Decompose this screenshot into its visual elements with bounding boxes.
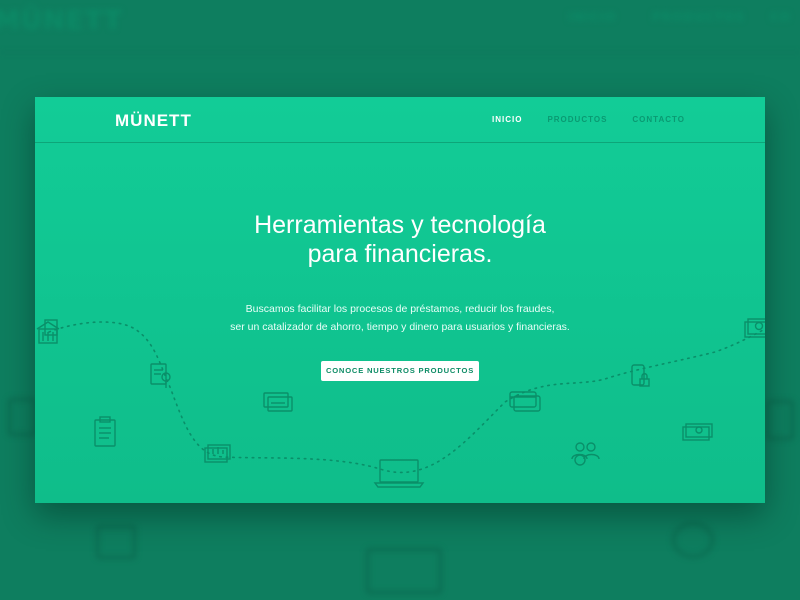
credit-cards-icon [509,391,541,412]
background-document-icon [8,398,36,436]
background-nav-item: INICIO [568,10,617,24]
background-chart-icon [96,525,136,559]
laptop-icon [373,459,425,488]
people-icon [571,442,600,466]
background-nav-item: PRODUCTOS [652,10,745,24]
background-laptop-icon [366,548,442,594]
background-nav-item: CO [770,10,792,24]
hero-subtitle: Buscamos facilitar los procesos de prést… [35,300,765,336]
hero-headline: Herramientas y tecnología para financier… [35,211,765,269]
chart-box-icon [204,444,231,463]
cards-icon [263,392,293,412]
hero-card: MÜNETT INICIO PRODUCTOS CONTACTO Herrami… [35,97,765,503]
dotted-path [48,321,765,474]
nav-item-productos[interactable]: PRODUCTOS [547,115,607,124]
background-mobile-icon [766,400,794,440]
hero-headline-line1: Herramientas y tecnología [254,211,546,239]
document-search-icon [150,363,171,388]
nav-item-inicio[interactable]: INICIO [492,115,522,124]
hero-subtitle-line1: Buscamos facilitar los procesos de prést… [245,303,555,315]
background-divider [0,52,800,53]
background-logo: MÜNETT [0,6,123,36]
logo[interactable]: MÜNETT [115,111,192,131]
clipboard-icon [94,416,116,447]
background-people-icon [672,522,714,558]
hero-headline-line2: para financieras. [307,240,493,268]
products-cta-button[interactable]: CONOCE NUESTROS PRODUCTOS [321,361,479,381]
nav-item-contacto[interactable]: CONTACTO [632,115,685,124]
hero-subtitle-line2: ser un catalizador de ahorro, tiempo y d… [230,321,570,333]
mobile-lock-icon [631,364,650,387]
cash-stack-icon [682,423,713,441]
site-header: MÜNETT INICIO PRODUCTOS CONTACTO [35,97,765,143]
main-nav: INICIO PRODUCTOS CONTACTO [492,115,685,124]
